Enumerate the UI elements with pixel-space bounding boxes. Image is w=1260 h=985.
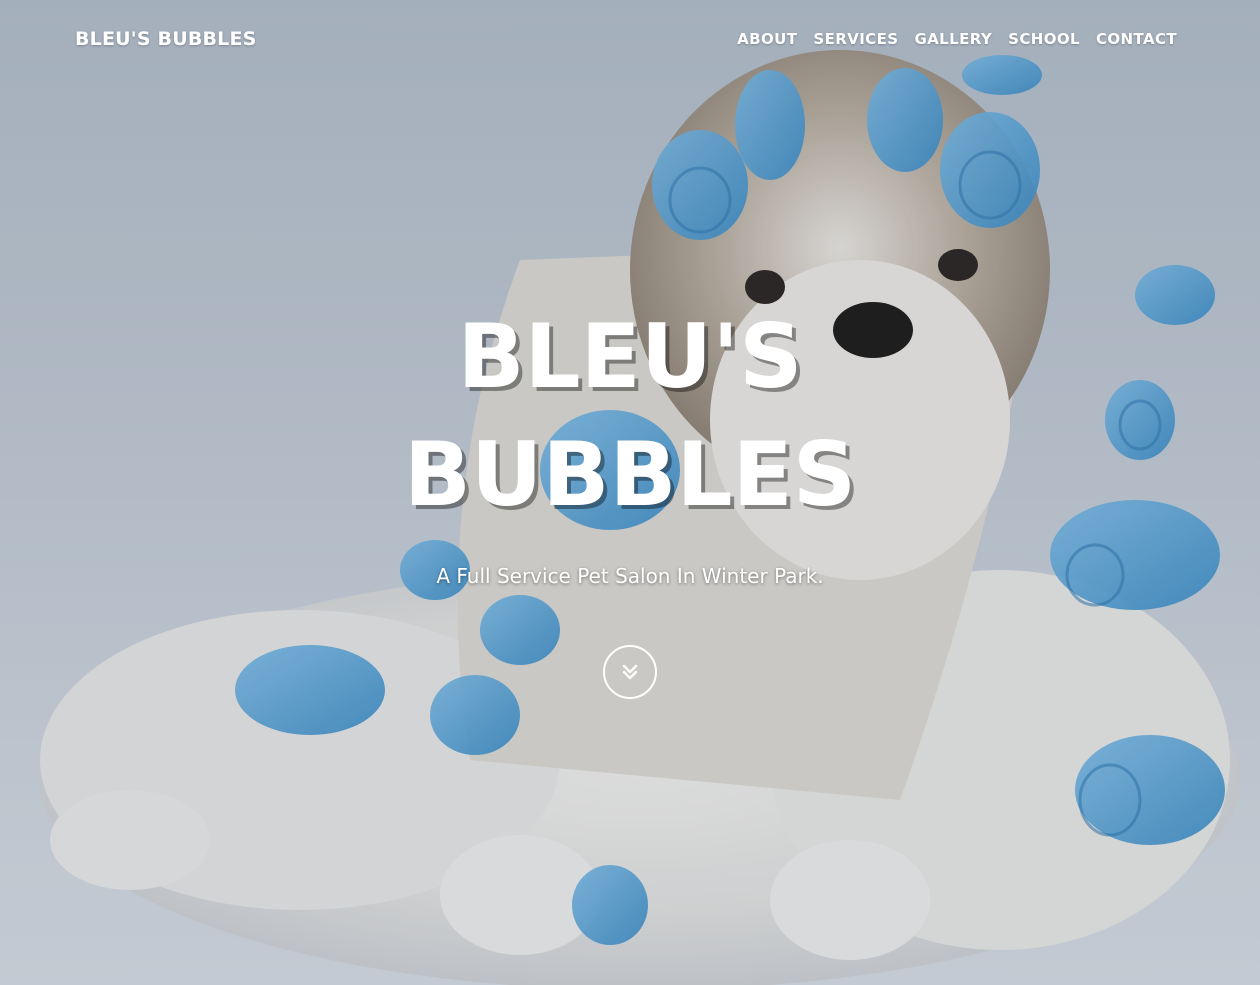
nav-link-contact[interactable]: CONTACT [1096, 30, 1177, 48]
nav-menu: ABOUT SERVICES GALLERY SCHOOL CONTACT [737, 30, 1177, 48]
double-chevron-down-icon [622, 664, 638, 680]
nav-link-school[interactable]: SCHOOL [1008, 30, 1080, 48]
nav-link-about[interactable]: ABOUT [737, 30, 797, 48]
scroll-down-button[interactable] [603, 645, 657, 699]
hero-title-line-1: BLEU'S [457, 305, 803, 408]
hero-subtitle: A Full Service Pet Salon In Winter Park. [436, 564, 824, 588]
hero-section: BLEU'S BUBBLES ABOUT SERVICES GALLERY SC… [0, 0, 1260, 985]
brand-logo-link[interactable]: BLEU'S BUBBLES [75, 28, 257, 50]
navbar: BLEU'S BUBBLES ABOUT SERVICES GALLERY SC… [0, 0, 1260, 80]
nav-link-gallery[interactable]: GALLERY [914, 30, 992, 48]
hero-title-line-2: BUBBLES [403, 423, 857, 526]
nav-link-services[interactable]: SERVICES [813, 30, 898, 48]
hero-title: BLEU'S BUBBLES [0, 298, 1260, 534]
